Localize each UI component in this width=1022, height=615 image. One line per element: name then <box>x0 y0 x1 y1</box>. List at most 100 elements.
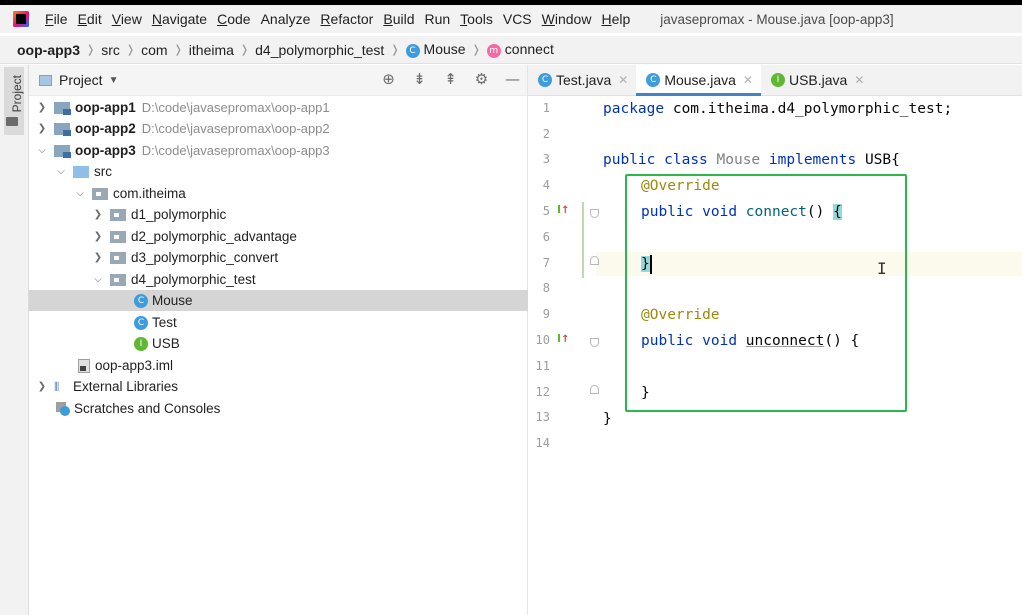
class-icon: C <box>646 73 661 87</box>
menu-refactor[interactable]: Refactor <box>315 5 378 33</box>
tree-node-oop-app2[interactable]: ❯ oop-app2 D:\code\javasepromax\oop-app2 <box>29 118 534 139</box>
menu-build[interactable]: Build <box>378 5 419 33</box>
tree-node-src[interactable]: ⌵ src <box>29 161 553 182</box>
module-folder-icon <box>54 144 71 158</box>
tree-node-iml[interactable]: oop-app3.iml <box>29 355 576 376</box>
tree-node-scratches[interactable]: Scratches and Consoles <box>29 398 554 419</box>
project-view-icon <box>39 74 52 86</box>
class-icon: C <box>405 43 420 58</box>
fold-marker-icon[interactable] <box>590 209 599 218</box>
expand-all-icon[interactable]: ⇟ <box>411 70 428 88</box>
menu-window[interactable]: Window <box>537 5 597 33</box>
dropdown-arrow-icon[interactable]: ▼ <box>109 75 119 86</box>
module-file-icon <box>78 358 90 373</box>
chevron-right-icon[interactable]: ❯ <box>36 381 48 392</box>
chevron-down-icon[interactable]: ⌵ <box>36 145 48 156</box>
chevron-right-icon[interactable]: ❯ <box>36 102 48 113</box>
tab-usb-java[interactable]: I USB.java ✕ <box>761 65 872 95</box>
chevron-right-icon: ❭ <box>86 44 96 56</box>
chevron-right-icon[interactable]: ❯ <box>36 123 48 134</box>
tree-node-oop-app1[interactable]: ❯ oop-app1 D:\code\javasepromax\oop-app1 <box>29 97 534 118</box>
menu-tools[interactable]: Tools <box>455 5 498 33</box>
collapse-all-icon[interactable]: ⇞ <box>442 70 459 88</box>
chevron-right-icon[interactable]: ❯ <box>92 231 104 242</box>
text-cursor-ibeam-icon: I <box>877 259 887 278</box>
fold-marker-icon[interactable] <box>590 338 599 347</box>
line-number: 10 <box>535 333 550 347</box>
menu-bar: File Edit View Navigate Code Analyze Ref… <box>0 5 1022 33</box>
line-number: 2 <box>542 127 550 141</box>
breadcrumb-itheima[interactable]: itheima <box>189 42 234 58</box>
code-line-3: public class Mouse implements USB{ <box>603 152 900 168</box>
menu-view[interactable]: View <box>107 5 147 33</box>
line-number: 11 <box>535 359 550 373</box>
breadcrumb-com[interactable]: com <box>141 42 167 58</box>
menu-run[interactable]: Run <box>419 5 455 33</box>
breadcrumb-package[interactable]: d4_polymorphic_test <box>255 42 384 58</box>
line-number: 5 <box>542 204 550 218</box>
close-icon[interactable]: ✕ <box>743 73 753 87</box>
line-number: 12 <box>535 385 550 399</box>
tab-test-java[interactable]: C Test.java ✕ <box>528 65 636 95</box>
line-number: 7 <box>542 256 550 270</box>
breadcrumb-method[interactable]: m connect <box>486 41 554 58</box>
intellij-logo-icon <box>13 11 29 27</box>
line-number: 14 <box>535 436 550 450</box>
breadcrumb-class[interactable]: C Mouse <box>405 41 466 58</box>
class-icon: C <box>538 73 552 87</box>
folder-icon <box>6 117 18 126</box>
tree-node-oop-app3[interactable]: ⌵ oop-app3 D:\code\javasepromax\oop-app3 <box>29 140 534 161</box>
tree-node-d4[interactable]: ⌵ d4_polymorphic_test <box>29 269 590 290</box>
module-folder-icon <box>54 122 71 136</box>
tree-node-d3[interactable]: ❯ d3_polymorphic_convert <box>29 247 590 268</box>
chevron-right-icon: ❭ <box>239 44 250 56</box>
gear-icon[interactable]: ⚙ <box>473 70 490 88</box>
breadcrumb: oop-app3 ❭ src ❭ com ❭ itheima ❭ d4_poly… <box>0 36 1022 64</box>
hide-panel-icon[interactable]: — <box>504 70 521 88</box>
chevron-right-icon[interactable]: ❯ <box>92 209 104 220</box>
library-icon: ⦀ <box>54 379 60 394</box>
tree-node-external-libraries[interactable]: ❯ ⦀ External Libraries <box>29 376 534 397</box>
package-icon <box>110 273 126 286</box>
tree-node-d2[interactable]: ❯ d2_polymorphic_advantage <box>29 226 590 247</box>
package-icon <box>110 251 126 264</box>
editor-gutter: 1 2 3 4 5 6 7 8 9 10 11 12 13 14 I↑ I↑ <box>528 96 599 615</box>
chevron-down-icon[interactable]: ⌵ <box>92 274 104 285</box>
chevron-down-icon[interactable]: ⌵ <box>55 166 67 177</box>
interface-icon: I <box>134 336 148 351</box>
chevron-right-icon[interactable]: ❯ <box>92 252 104 263</box>
chevron-right-icon: ❭ <box>471 44 481 56</box>
tab-mouse-java[interactable]: C Mouse.java ✕ <box>636 65 761 96</box>
class-icon: C <box>134 293 148 308</box>
line-number: 8 <box>542 281 550 295</box>
fold-marker-icon[interactable] <box>590 385 599 394</box>
breadcrumb-project[interactable]: oop-app3 <box>17 42 80 58</box>
code-line-1: package com.itheima.d4_polymorphic_test; <box>603 101 953 117</box>
chevron-down-icon[interactable]: ⌵ <box>74 188 86 199</box>
menu-edit[interactable]: Edit <box>73 5 107 33</box>
implements-method-icon[interactable]: I↑ <box>557 203 569 216</box>
tree-node-com-itheima[interactable]: ⌵ com.itheima <box>29 183 572 204</box>
class-icon: C <box>134 315 148 330</box>
module-folder-icon <box>54 101 71 115</box>
project-view-selector[interactable]: Project <box>59 72 103 88</box>
breadcrumb-src[interactable]: src <box>101 42 120 58</box>
menu-help[interactable]: Help <box>596 5 635 33</box>
close-icon[interactable]: ✕ <box>618 73 628 87</box>
line-number: 13 <box>535 410 550 424</box>
tree-node-d1[interactable]: ❯ d1_polymorphic <box>29 204 590 225</box>
project-panel: Project ▼ ⊕ ⇟ ⇞ ⚙ — ❯ oop-app1 D:\code\j… <box>29 65 632 615</box>
menu-file[interactable]: File <box>40 5 73 33</box>
menu-analyze[interactable]: Analyze <box>256 5 316 33</box>
chevron-right-icon: ❭ <box>125 44 136 56</box>
line-number: 9 <box>542 307 550 321</box>
close-icon[interactable]: ✕ <box>854 73 864 87</box>
locate-file-icon[interactable]: ⊕ <box>380 70 397 88</box>
menu-navigate[interactable]: Navigate <box>147 5 212 33</box>
fold-marker-icon[interactable] <box>590 256 599 265</box>
source-folder-icon <box>73 165 89 178</box>
implements-method-icon[interactable]: I↑ <box>557 332 569 345</box>
code-line-13: } <box>603 411 612 427</box>
menu-code[interactable]: Code <box>212 5 255 33</box>
menu-vcs[interactable]: VCS <box>498 5 537 33</box>
